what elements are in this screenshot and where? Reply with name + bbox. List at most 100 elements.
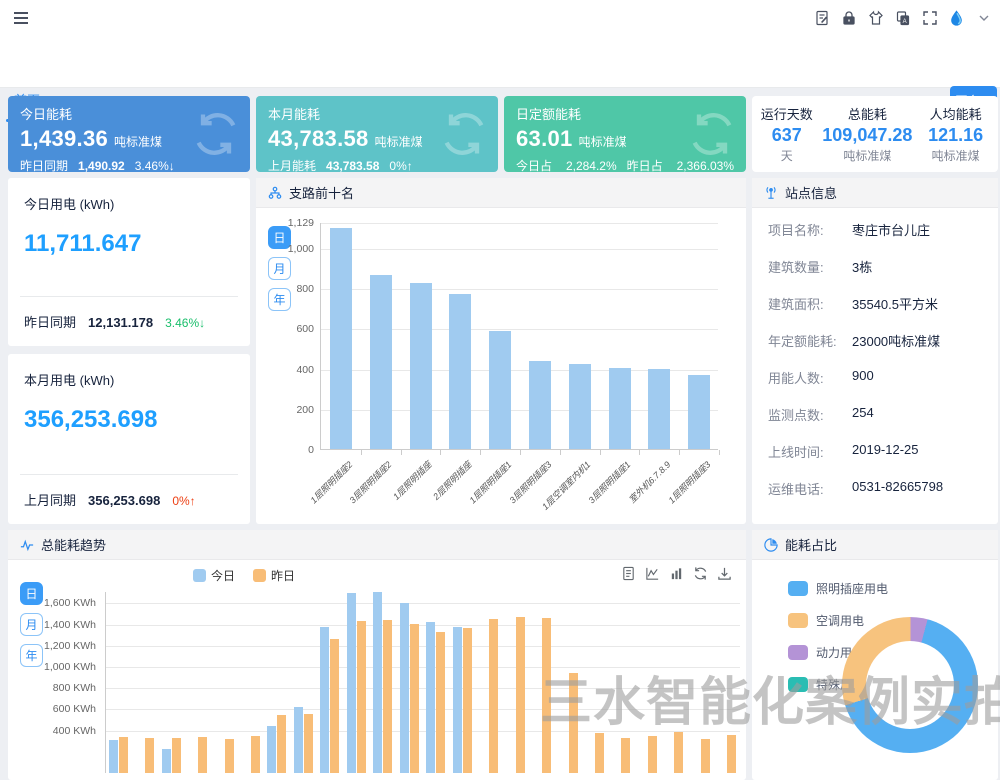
shirt-icon[interactable] (867, 10, 884, 27)
trend-bar-yesterday[interactable] (674, 732, 683, 773)
usage-value: 356,253.698 (24, 406, 157, 434)
trend-bar-yesterday[interactable] (198, 737, 207, 773)
trend-bar-yesterday[interactable] (277, 715, 286, 773)
gridline (105, 688, 740, 689)
x-axis-tick (560, 450, 561, 455)
trend-bar-yesterday[interactable] (727, 735, 736, 773)
gridline (105, 625, 740, 626)
trend-bar-yesterday[interactable] (172, 738, 181, 774)
chevron-down-icon[interactable] (975, 10, 992, 27)
pie-legend-item[interactable]: 空调用电 (788, 612, 864, 629)
compare-value: 356,253.698 (88, 493, 160, 508)
trend-bar-yesterday[interactable] (330, 639, 339, 773)
waterdrop-logo[interactable] (948, 10, 965, 27)
card-footer-item: 1,490.92 (78, 159, 125, 172)
site-info-value: 23000吨标准煤 (852, 331, 940, 350)
summary-stats-panel: 运行天数 637 天 总能耗 109,047.28 吨标准煤 人均能耗 121.… (752, 96, 998, 172)
stat-unit: 吨标准煤 (817, 147, 917, 164)
trend-bar-yesterday[interactable] (145, 738, 154, 773)
trend-bar-yesterday[interactable] (251, 736, 260, 773)
branch-y-axis: 1,1291,0008006004002000 (256, 178, 316, 524)
usage-title: 今日用电 (kWh) (24, 194, 114, 213)
trend-bar-yesterday[interactable] (648, 736, 657, 773)
refresh-cycle-icon (190, 108, 242, 165)
card-footer-item: 昨日同期 (20, 157, 68, 172)
branch-bar[interactable] (609, 368, 631, 449)
compare-value: 12,131.178 (88, 315, 153, 330)
notebook-edit-icon[interactable] (813, 10, 830, 27)
branch-chart-plot[interactable]: 1层照明插座23层照明插座21层照明插座2层照明插座1层照明插座13层照明插座3… (320, 223, 718, 450)
branch-bar[interactable] (569, 364, 591, 449)
compare-label: 上月同期 (24, 490, 76, 509)
panel-energy-share: 能耗占比 照明插座用电空调用电动力用电特殊用电 (752, 530, 998, 780)
pie-legend-item[interactable]: 照明插座用电 (788, 580, 888, 597)
trend-chart-plot[interactable] (105, 530, 740, 773)
branch-bar[interactable] (529, 361, 551, 449)
trend-bar-yesterday[interactable] (383, 620, 392, 773)
trend-bar-today[interactable] (453, 627, 462, 773)
legend-swatch (788, 581, 808, 596)
site-info-value: 900 (852, 368, 874, 383)
stat-label: 运行天数 (756, 104, 817, 123)
card-value: 43,783.58 (268, 126, 369, 152)
trend-bar-yesterday[interactable] (357, 621, 366, 773)
compare-label: 昨日同期 (24, 312, 76, 331)
pulse-line-icon (20, 538, 34, 552)
compare-percent: 0%↑ (172, 494, 195, 508)
card-value: 63.01 (516, 126, 573, 152)
stat-per-capita-energy: 人均能耗 121.16 吨标准煤 (917, 104, 994, 164)
trend-bar-today[interactable] (162, 749, 171, 773)
card-value: 1,439.36 (20, 126, 108, 152)
legend-label: 照明插座用电 (816, 580, 888, 597)
branch-bar[interactable] (648, 369, 670, 449)
panel-month-electricity: 本月用电 (kWh) 356,253.698 上月同期 356,253.698 … (8, 354, 250, 524)
site-info-label: 建筑数量: (768, 257, 824, 276)
trend-bar-yesterday[interactable] (621, 738, 630, 773)
site-info-label: 运维电话: (768, 479, 824, 498)
x-axis-tick (719, 450, 720, 455)
trend-bar-today[interactable] (400, 603, 409, 773)
stat-running-days: 运行天数 637 天 (756, 104, 817, 164)
panel-energy-trend: 总能耗趋势 今日昨日 日 月 年 1,600 KWh1,400 KWh1,200… (8, 530, 746, 780)
trend-bar-today[interactable] (373, 592, 382, 773)
branch-bar[interactable] (330, 228, 352, 449)
x-axis-tick (639, 450, 640, 455)
trend-bar-today[interactable] (109, 740, 118, 773)
gridline (105, 731, 740, 732)
y-axis-tick-label: 1,600 KWh (38, 597, 96, 609)
copy-icon[interactable]: A (894, 10, 911, 27)
hamburger-menu-icon[interactable] (12, 9, 30, 27)
trend-bar-yesterday[interactable] (225, 739, 234, 773)
branch-bar[interactable] (410, 283, 432, 449)
trend-bar-yesterday[interactable] (119, 737, 128, 773)
site-info-body: 项目名称:枣庄市台儿庄建筑数量:3栋建筑面积:35540.5平方米年定额能耗:2… (752, 208, 998, 524)
x-axis-tick (480, 450, 481, 455)
legend-label: 空调用电 (816, 612, 864, 629)
branch-bar[interactable] (370, 275, 392, 449)
site-info-value: 35540.5平方米 (852, 294, 938, 313)
panel-branch-top10: 支路前十名 日 月 年 1,1291,0008006004002000 1层照明… (256, 178, 746, 524)
trend-bar-yesterday[interactable] (304, 714, 313, 773)
legend-swatch (788, 613, 808, 628)
stat-value: 109,047.28 (817, 125, 917, 146)
fullscreen-icon[interactable] (921, 10, 938, 27)
branch-bar[interactable] (489, 331, 511, 449)
trend-bar-yesterday[interactable] (701, 739, 710, 773)
card-footer-item: 2,284.2% (566, 159, 617, 172)
trend-bar-yesterday[interactable] (436, 632, 445, 773)
lock-icon[interactable] (840, 10, 857, 27)
trend-bar-yesterday[interactable] (595, 733, 604, 773)
usage-compare-row: 上月同期 356,253.698 0%↑ (24, 490, 196, 509)
trend-bar-yesterday[interactable] (569, 673, 578, 773)
trend-bar-yesterday[interactable] (410, 624, 419, 773)
trend-bar-yesterday[interactable] (463, 628, 472, 773)
trend-bar-today[interactable] (426, 622, 435, 773)
stat-total-energy: 总能耗 109,047.28 吨标准煤 (817, 104, 917, 164)
card-footer-item: 今日占比: (516, 157, 556, 172)
trend-bar-today[interactable] (320, 627, 329, 773)
trend-bar-today[interactable] (347, 593, 356, 773)
x-axis-tick (520, 450, 521, 455)
branch-bar[interactable] (688, 375, 710, 449)
trend-bar-today[interactable] (294, 707, 303, 773)
branch-bar[interactable] (449, 294, 471, 449)
